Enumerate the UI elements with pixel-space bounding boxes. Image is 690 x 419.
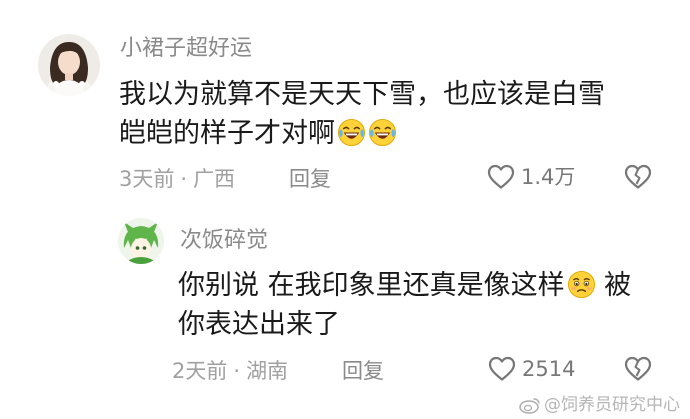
comment-time: 3天前 (119, 167, 175, 191)
meta-separator: · (180, 167, 188, 191)
broken-heart-icon (624, 356, 652, 381)
comment-text: 你别说 在我印象里还真是像这样 (178, 270, 565, 301)
like-count: 1.4万 (521, 165, 576, 189)
reply-button[interactable]: 回复 (342, 358, 384, 384)
comment-text-line: 皑皑的样子才对啊 (119, 114, 397, 154)
reply-comment-item: 次饭碎觉 你别说 在我印象里还真是像这样 被 你表达出来了 2天前 · 湖南 回复 (0, 200, 690, 419)
watermark-text: @饲养员研究中心 (544, 395, 680, 415)
comment-thread: 小裙子超好运 我以为就算不是天天下雪，也应该是白雪 皑皑的样子才对啊 3天前 ·… (0, 0, 690, 419)
comment-location: 广西 (193, 167, 236, 191)
username[interactable]: 小裙子超好运 (120, 36, 252, 62)
reply-button[interactable]: 回复 (289, 166, 331, 192)
comment-text-line: 你表达出来了 (178, 305, 340, 345)
comment-location: 湖南 (246, 359, 289, 383)
comment-meta: 3天前 · 广西 (119, 166, 235, 192)
comment-text: 我以为就算不是天天下雪，也应该是白雪 (119, 79, 605, 110)
comment-time: 2天前 (172, 359, 228, 383)
comment-text-line: 我以为就算不是天天下雪，也应该是白雪 (119, 75, 605, 115)
laugh-cry-emoji (368, 118, 397, 147)
heart-icon (488, 356, 516, 381)
broken-heart-icon (624, 164, 652, 189)
avatar-image (38, 34, 100, 96)
comment-text-line: 你别说 在我印象里还真是像这样 被 (178, 266, 631, 306)
like-button[interactable]: 2514 (488, 356, 575, 382)
comment-text: 被 (595, 270, 632, 301)
avatar-image (118, 218, 164, 264)
comment-item: 小裙子超好运 我以为就算不是天天下雪，也应该是白雪 皑皑的样子才对啊 3天前 ·… (0, 0, 690, 200)
comment-text: 你表达出来了 (178, 309, 340, 340)
avatar[interactable] (118, 218, 164, 264)
dislike-button[interactable] (624, 356, 652, 386)
username[interactable]: 次饭碎觉 (180, 228, 268, 254)
like-count: 2514 (522, 357, 576, 381)
comment-meta: 2天前 · 湖南 (172, 358, 288, 384)
watermark: @饲养员研究中心 (519, 395, 680, 415)
touched-emoji (567, 270, 595, 299)
avatar[interactable] (38, 34, 100, 96)
laugh-cry-emoji (337, 118, 366, 147)
meta-separator: · (233, 359, 241, 383)
like-button[interactable]: 1.4万 (487, 164, 575, 190)
weibo-logo-icon (519, 398, 540, 414)
dislike-button[interactable] (624, 164, 652, 194)
comment-text: 皑皑的样子才对啊 (119, 118, 335, 149)
heart-icon (487, 164, 515, 189)
